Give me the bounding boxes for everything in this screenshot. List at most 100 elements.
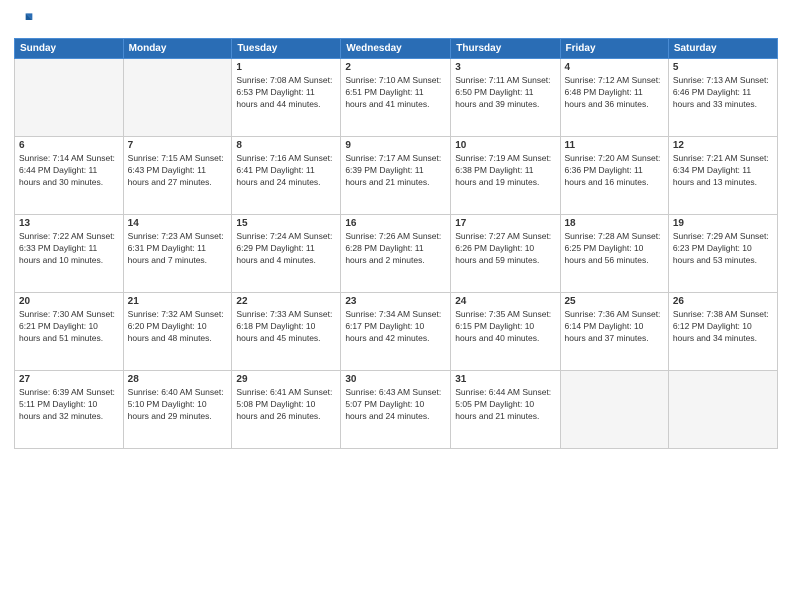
calendar-cell: 8 Sunrise: 7:16 AM Sunset: 6:41 PM Daylig… (232, 137, 341, 215)
day-number: 27 (19, 374, 119, 385)
header (14, 10, 778, 30)
day-info: Sunrise: 7:23 AM Sunset: 6:31 PM Dayligh… (128, 231, 228, 267)
day-number: 15 (236, 218, 336, 229)
day-info: Sunrise: 7:30 AM Sunset: 6:21 PM Dayligh… (19, 309, 119, 345)
calendar-week-row: 27 Sunrise: 6:39 AM Sunset: 5:11 PM Dayli… (15, 371, 778, 449)
day-number: 30 (345, 374, 446, 385)
day-number: 11 (565, 140, 664, 151)
day-info: Sunrise: 7:38 AM Sunset: 6:12 PM Dayligh… (673, 309, 773, 345)
day-number: 20 (19, 296, 119, 307)
day-number: 5 (673, 62, 773, 73)
day-info: Sunrise: 7:29 AM Sunset: 6:23 PM Dayligh… (673, 231, 773, 267)
day-number: 16 (345, 218, 446, 229)
header-friday: Friday (560, 39, 668, 59)
calendar-week-row: 1Sunrise: 7:08 AM Sunset: 6:53 PM Daylig… (15, 59, 778, 137)
calendar-cell: 18Sunrise: 7:28 AM Sunset: 6:25 PM Dayli… (560, 215, 668, 293)
day-info: Sunrise: 6:40 AM Sunset: 5:10 PM Dayligh… (128, 387, 228, 423)
calendar-cell: 9 Sunrise: 7:17 AM Sunset: 6:39 PM Daylig… (341, 137, 451, 215)
calendar-cell: 23 Sunrise: 7:34 AM Sunset: 6:17 PM Dayli… (341, 293, 451, 371)
day-number: 10 (455, 140, 555, 151)
day-info: Sunrise: 7:17 AM Sunset: 6:39 PM Dayligh… (345, 153, 446, 189)
day-number: 29 (236, 374, 336, 385)
day-info: Sunrise: 7:32 AM Sunset: 6:20 PM Dayligh… (128, 309, 228, 345)
day-number: 8 (236, 140, 336, 151)
header-saturday: Saturday (668, 39, 777, 59)
calendar-cell: 26 Sunrise: 7:38 AM Sunset: 6:12 PM Dayli… (668, 293, 777, 371)
day-info: Sunrise: 7:10 AM Sunset: 6:51 PM Dayligh… (345, 75, 446, 111)
calendar-cell: 2 Sunrise: 7:10 AM Sunset: 6:51 PM Daylig… (341, 59, 451, 137)
day-number: 2 (345, 62, 446, 73)
day-number: 9 (345, 140, 446, 151)
calendar-week-row: 20 Sunrise: 7:30 AM Sunset: 6:21 PM Dayli… (15, 293, 778, 371)
day-info: Sunrise: 7:36 AM Sunset: 6:14 PM Dayligh… (565, 309, 664, 345)
header-thursday: Thursday (451, 39, 560, 59)
day-info: Sunrise: 6:39 AM Sunset: 5:11 PM Dayligh… (19, 387, 119, 423)
calendar-cell: 15 Sunrise: 7:24 AM Sunset: 6:29 PM Dayli… (232, 215, 341, 293)
weekday-header-row: Sunday Monday Tuesday Wednesday Thursday… (15, 39, 778, 59)
day-number: 18 (565, 218, 664, 229)
day-number: 17 (455, 218, 555, 229)
header-wednesday: Wednesday (341, 39, 451, 59)
calendar-week-row: 6 Sunrise: 7:14 AM Sunset: 6:44 PM Daylig… (15, 137, 778, 215)
day-number: 14 (128, 218, 228, 229)
day-info: Sunrise: 7:13 AM Sunset: 6:46 PM Dayligh… (673, 75, 773, 111)
calendar-cell: 21Sunrise: 7:32 AM Sunset: 6:20 PM Dayli… (123, 293, 232, 371)
calendar-cell: 24 Sunrise: 7:35 AM Sunset: 6:15 PM Dayli… (451, 293, 560, 371)
day-info: Sunrise: 7:33 AM Sunset: 6:18 PM Dayligh… (236, 309, 336, 345)
calendar-cell: 4 Sunrise: 7:12 AM Sunset: 6:48 PM Daylig… (560, 59, 668, 137)
day-info: Sunrise: 7:20 AM Sunset: 6:36 PM Dayligh… (565, 153, 664, 189)
day-number: 28 (128, 374, 228, 385)
day-info: Sunrise: 7:15 AM Sunset: 6:43 PM Dayligh… (128, 153, 228, 189)
page: Sunday Monday Tuesday Wednesday Thursday… (0, 0, 792, 612)
calendar-cell (668, 371, 777, 449)
calendar-cell: 25 Sunrise: 7:36 AM Sunset: 6:14 PM Dayli… (560, 293, 668, 371)
day-info: Sunrise: 7:21 AM Sunset: 6:34 PM Dayligh… (673, 153, 773, 189)
calendar-cell: 7 Sunrise: 7:15 AM Sunset: 6:43 PM Daylig… (123, 137, 232, 215)
day-info: Sunrise: 7:24 AM Sunset: 6:29 PM Dayligh… (236, 231, 336, 267)
day-number: 31 (455, 374, 555, 385)
calendar-cell: 11 Sunrise: 7:20 AM Sunset: 6:36 PM Dayli… (560, 137, 668, 215)
day-number: 3 (455, 62, 555, 73)
day-info: Sunrise: 7:11 AM Sunset: 6:50 PM Dayligh… (455, 75, 555, 111)
day-info: Sunrise: 7:35 AM Sunset: 6:15 PM Dayligh… (455, 309, 555, 345)
day-info: Sunrise: 7:19 AM Sunset: 6:38 PM Dayligh… (455, 153, 555, 189)
day-info: Sunrise: 7:34 AM Sunset: 6:17 PM Dayligh… (345, 309, 446, 345)
logo (14, 10, 36, 30)
day-info: Sunrise: 7:22 AM Sunset: 6:33 PM Dayligh… (19, 231, 119, 267)
calendar-cell: 19 Sunrise: 7:29 AM Sunset: 6:23 PM Dayli… (668, 215, 777, 293)
calendar-cell: 6 Sunrise: 7:14 AM Sunset: 6:44 PM Daylig… (15, 137, 124, 215)
header-tuesday: Tuesday (232, 39, 341, 59)
day-info: Sunrise: 7:16 AM Sunset: 6:41 PM Dayligh… (236, 153, 336, 189)
calendar-cell: 10 Sunrise: 7:19 AM Sunset: 6:38 PM Dayli… (451, 137, 560, 215)
logo-icon (14, 10, 34, 30)
calendar-cell: 20 Sunrise: 7:30 AM Sunset: 6:21 PM Dayli… (15, 293, 124, 371)
calendar-cell: 12 Sunrise: 7:21 AM Sunset: 6:34 PM Dayli… (668, 137, 777, 215)
day-number: 6 (19, 140, 119, 151)
day-info: Sunrise: 7:14 AM Sunset: 6:44 PM Dayligh… (19, 153, 119, 189)
day-info: Sunrise: 7:26 AM Sunset: 6:28 PM Dayligh… (345, 231, 446, 267)
calendar-cell: 16 Sunrise: 7:26 AM Sunset: 6:28 PM Dayli… (341, 215, 451, 293)
calendar-cell: 29 Sunrise: 6:41 AM Sunset: 5:08 PM Dayli… (232, 371, 341, 449)
day-info: Sunrise: 6:41 AM Sunset: 5:08 PM Dayligh… (236, 387, 336, 423)
calendar-cell: 28 Sunrise: 6:40 AM Sunset: 5:10 PM Dayli… (123, 371, 232, 449)
calendar-cell: 30 Sunrise: 6:43 AM Sunset: 5:07 PM Dayli… (341, 371, 451, 449)
day-info: Sunrise: 7:12 AM Sunset: 6:48 PM Dayligh… (565, 75, 664, 111)
calendar-table: Sunday Monday Tuesday Wednesday Thursday… (14, 38, 778, 449)
calendar-cell: 1Sunrise: 7:08 AM Sunset: 6:53 PM Daylig… (232, 59, 341, 137)
day-number: 19 (673, 218, 773, 229)
day-info: Sunrise: 6:43 AM Sunset: 5:07 PM Dayligh… (345, 387, 446, 423)
day-number: 26 (673, 296, 773, 307)
calendar-cell: 31Sunrise: 6:44 AM Sunset: 5:05 PM Dayli… (451, 371, 560, 449)
calendar-cell (123, 59, 232, 137)
calendar-cell: 5 Sunrise: 7:13 AM Sunset: 6:46 PM Daylig… (668, 59, 777, 137)
day-number: 24 (455, 296, 555, 307)
day-number: 7 (128, 140, 228, 151)
day-number: 1 (236, 62, 336, 73)
day-number: 12 (673, 140, 773, 151)
calendar-cell (560, 371, 668, 449)
day-number: 13 (19, 218, 119, 229)
day-number: 4 (565, 62, 664, 73)
day-number: 25 (565, 296, 664, 307)
day-number: 23 (345, 296, 446, 307)
day-number: 22 (236, 296, 336, 307)
